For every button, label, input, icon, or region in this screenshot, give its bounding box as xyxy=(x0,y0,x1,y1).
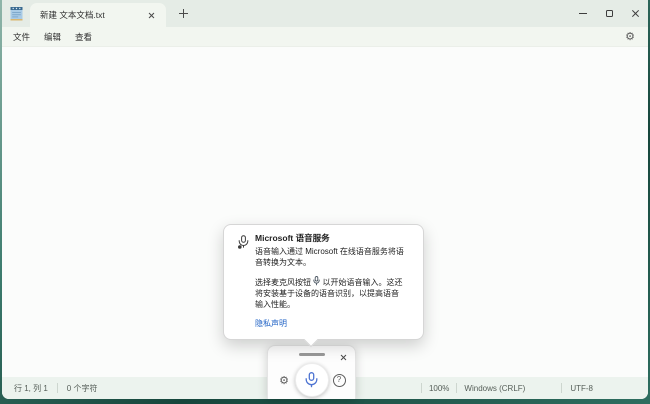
cursor-position: 行 1, 列 1 xyxy=(14,383,48,394)
help-icon: ? xyxy=(333,374,346,387)
minimize-icon xyxy=(579,13,587,14)
menu-edit[interactable]: 编辑 xyxy=(37,28,68,46)
gear-icon: ⚙ xyxy=(279,375,289,386)
new-tab-button[interactable] xyxy=(174,5,192,23)
microphone-button[interactable] xyxy=(295,363,329,397)
tab-close-button[interactable] xyxy=(143,7,159,23)
close-icon xyxy=(148,12,155,19)
maximize-button[interactable] xyxy=(596,0,622,27)
flyout-title: Microsoft 语音服务 xyxy=(255,233,404,244)
zoom-level: 100% xyxy=(422,384,456,393)
menu-file[interactable]: 文件 xyxy=(6,28,37,46)
title-bar: 新建 文本文档.txt xyxy=(2,0,648,27)
microphone-icon xyxy=(305,372,318,388)
plus-icon xyxy=(179,9,188,18)
status-bar-right: 100% Windows (CRLF) UTF-8 xyxy=(421,377,648,399)
settings-button[interactable]: ⚙ xyxy=(620,28,640,45)
flyout-paragraph-2: 选择麦克风按钮 以开始语音输入。这还将安装基于设备的语音识别，以提高语音输入性能… xyxy=(255,276,404,310)
close-window-button[interactable] xyxy=(622,0,648,27)
speech-services-flyout: Microsoft 语音服务 语音输入通过 Microsoft 在线语音服务将语… xyxy=(223,224,424,340)
gear-icon: ⚙ xyxy=(625,31,635,42)
close-icon xyxy=(631,9,640,18)
close-icon xyxy=(340,354,347,361)
line-ending: Windows (CRLF) xyxy=(457,384,561,393)
app-icon-wrap xyxy=(2,0,30,27)
privacy-statement-link[interactable]: 隐私声明 xyxy=(255,318,287,329)
char-count: 0 个字符 xyxy=(67,383,98,394)
notepad-app-icon xyxy=(10,6,23,21)
separator xyxy=(57,383,58,393)
tab-new-text-document[interactable]: 新建 文本文档.txt xyxy=(30,3,166,27)
voice-settings-button[interactable]: ⚙ xyxy=(276,372,292,388)
encoding: UTF-8 xyxy=(562,384,648,393)
maximize-icon xyxy=(606,10,613,17)
minimize-button[interactable] xyxy=(570,0,596,27)
voice-typing-toolbar: ⚙ ? xyxy=(267,345,356,399)
menu-view[interactable]: 查看 xyxy=(68,28,99,46)
speech-service-icon xyxy=(238,235,249,249)
window-controls xyxy=(570,0,648,27)
voice-help-button[interactable]: ? xyxy=(331,372,347,388)
menu-bar: 文件 编辑 查看 ⚙ xyxy=(2,27,648,47)
flyout-paragraph-1: 语音输入通过 Microsoft 在线语音服务将语音转换为文本。 xyxy=(255,246,404,268)
tab-title: 新建 文本文档.txt xyxy=(40,9,139,21)
drag-handle[interactable] xyxy=(299,353,325,356)
voice-toolbar-close-button[interactable] xyxy=(336,350,350,364)
